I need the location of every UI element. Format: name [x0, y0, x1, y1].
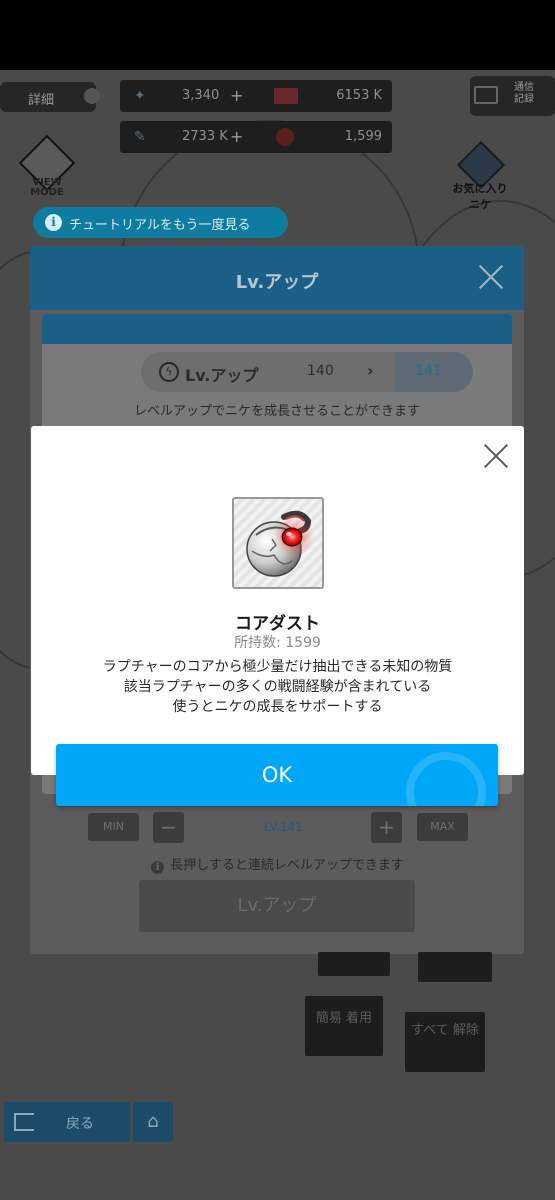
item-count: 所持数: 1599 [234, 635, 321, 651]
resource-bar-bottom: ✎ 2733 K + 1,599 [120, 121, 392, 153]
battle-data-icon: ✎ [134, 129, 146, 145]
item-name: コアダスト [235, 614, 320, 634]
detail-button[interactable]: 詳細 [0, 82, 100, 112]
status-bar [0, 0, 555, 70]
description-line: 該当ラプチャーの多くの戦闘経験が含まれている [123, 679, 432, 695]
info-icon [84, 88, 100, 104]
current-level: 140 [307, 363, 334, 379]
arrow-right-icon: › [367, 361, 374, 380]
ok-button[interactable]: OK [56, 744, 498, 806]
tutorial-replay-button[interactable]: i チュートリアルをもう一度見る [33, 207, 288, 238]
level-row-label: Lv.アップ [185, 366, 259, 385]
home-button[interactable]: ⌂ [133, 1102, 173, 1142]
mail-button[interactable]: 通信 記録 [470, 76, 555, 116]
resource-bar-top: ✦ 3,340 + 6153 K [120, 80, 392, 112]
description-line: 使うとニケの成長をサポートする [172, 699, 383, 715]
hint-text: 長押しすると連続レベルアップできます [170, 858, 404, 873]
back-button[interactable]: 戻る [4, 1102, 130, 1142]
core-dust-item-icon [232, 497, 324, 589]
levelup-panel-title: Lv.アップ [235, 272, 319, 293]
target-level-indicator: LV.141 [264, 820, 303, 834]
unequip-all-button[interactable]: すべて 解除 [405, 1012, 485, 1072]
core-dust-icon [246, 510, 314, 577]
tutorial-label: チュートリアルをもう一度見る [69, 218, 251, 233]
button-decoration [406, 752, 486, 806]
info-icon: i [45, 214, 62, 231]
mail-icon [474, 86, 498, 104]
bolt-icon: ϟ [159, 362, 179, 382]
gem-plus-button[interactable]: + [230, 86, 243, 105]
item-info-modal: コアダスト 所持数: 1599 ラプチャーのコアから極少量だけ抽出できる未知の物… [31, 426, 524, 775]
description-line: ラプチャーのコアから極少量だけ抽出できる未知の物質 [102, 659, 453, 675]
equipment-slot[interactable] [418, 952, 492, 982]
simple-equip-button[interactable]: 簡易 着用 [305, 996, 383, 1056]
item-description: ラプチャーのコアから極少量だけ抽出できる未知の物質 該当ラプチャーの多くの戦闘経… [31, 657, 524, 717]
max-button[interactable]: MAX [417, 813, 468, 841]
gem-icon: ✦ [134, 88, 146, 104]
equipment-slot[interactable] [318, 952, 390, 976]
back-label: 戻る [66, 1116, 94, 1132]
min-button[interactable]: MIN [88, 813, 139, 841]
battle-data-plus-button[interactable]: + [230, 127, 243, 146]
levelup-description: レベルアップでニケを成長させることができます [133, 404, 420, 419]
view-mode-label: VIEW MODE [30, 177, 64, 198]
exit-icon [14, 1113, 34, 1131]
favorite-nikke-button[interactable]: お気に入りニケ [450, 140, 510, 211]
levelup-close-icon[interactable] [476, 262, 506, 292]
next-level: 141 [415, 363, 442, 379]
favorite-label: お気に入りニケ [452, 182, 508, 211]
detail-label: 詳細 [28, 93, 55, 108]
info-icon: i [151, 861, 165, 874]
core-dust-icon [276, 128, 294, 146]
core-dust-value: 1,599 [344, 129, 382, 144]
battle-data-value: 2733 K [182, 129, 228, 144]
minus-button[interactable]: − [153, 812, 184, 843]
ok-label: OK [261, 763, 293, 787]
levelup-confirm-button[interactable]: Lv.アップ [139, 880, 415, 932]
credit-icon [274, 88, 298, 104]
credit-value: 6153 K [336, 88, 382, 103]
home-icon: ⌂ [147, 1111, 159, 1132]
level-change-row: ϟ Lv.アップ 140 › 141 [141, 352, 473, 392]
plus-button[interactable]: + [371, 812, 402, 843]
levelup-panel-strip [42, 314, 512, 344]
mail-label: 通信 記録 [514, 82, 534, 105]
long-press-hint: i 長押しすると連続レベルアップできます [0, 854, 555, 874]
view-mode-button[interactable]: VIEW MODE [18, 134, 76, 198]
close-icon[interactable] [480, 440, 512, 472]
gem-value: 3,340 [182, 88, 220, 103]
